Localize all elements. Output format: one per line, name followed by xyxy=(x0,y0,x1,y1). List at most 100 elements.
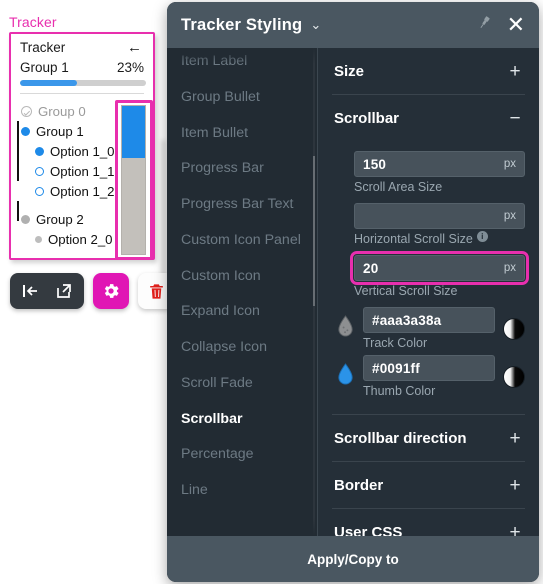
sidebar-item-label: Scroll Fade xyxy=(181,374,253,391)
trash-icon xyxy=(149,283,163,299)
sidebar-scroll-thumb[interactable] xyxy=(313,156,315,306)
pin-icon[interactable] xyxy=(476,14,493,36)
section-border-expand-icon[interactable]: + xyxy=(507,476,523,495)
vertical-scroll-size-input[interactable]: 20 px xyxy=(350,251,529,285)
chevron-down-icon[interactable]: ⌄ xyxy=(310,17,321,33)
sidebar-item-scrollbar[interactable]: Scrollbar xyxy=(167,402,317,438)
dialog-sections: Size + Scrollbar − 150 px Scroll Area Si… xyxy=(318,48,539,536)
dialog-body: Item Label Group Bullet Item Bullet Progres… xyxy=(167,48,539,536)
section-size[interactable]: Size + xyxy=(332,48,525,95)
scroll-area-size-label-text: Scroll Area Size xyxy=(354,180,443,194)
collapse-panel-icon[interactable] xyxy=(20,281,40,301)
settings-button[interactable] xyxy=(93,273,129,309)
group-2-guide-line xyxy=(17,201,19,221)
sidebar-item-label: Custom Icon Panel xyxy=(181,231,301,248)
section-user-css-expand-icon[interactable]: + xyxy=(507,523,523,536)
sidebar-item-group-bullet[interactable]: Group Bullet xyxy=(167,80,317,116)
scroll-area-size-value: 150 xyxy=(363,156,387,172)
tracker-card-header: Tracker ← Group 1 23% xyxy=(11,34,153,94)
thumb-color-swatch[interactable] xyxy=(503,365,525,388)
tracker-progress-bar xyxy=(20,80,146,86)
close-icon[interactable]: ✕ xyxy=(507,14,525,36)
horizontal-scroll-size-label: Horizontal Scroll Size i xyxy=(354,230,525,246)
vertical-scroll-size-unit: px xyxy=(503,262,516,274)
sidebar-item-scroll-fade[interactable]: Scroll Fade xyxy=(167,366,317,402)
track-color-swatch[interactable] xyxy=(503,317,525,340)
vertical-scroll-size-value: 20 xyxy=(363,260,379,276)
open-in-new-icon[interactable] xyxy=(54,281,74,301)
group-1-guide-line xyxy=(17,121,19,181)
apply-copy-to-button[interactable]: Apply/Copy to xyxy=(307,552,399,567)
scroll-area-size-input[interactable]: 150 px xyxy=(354,151,525,177)
back-arrow-icon[interactable]: ← xyxy=(127,40,144,55)
track-color-value: #aaa3a38a xyxy=(372,312,442,328)
check-circle-icon xyxy=(21,105,32,117)
section-size-title: Size xyxy=(334,63,365,80)
dialog-header: Tracker Styling ⌄ ✕ xyxy=(167,2,539,48)
sidebar-item-progress-bar-text[interactable]: Progress Bar Text xyxy=(167,187,317,223)
track-color-label-text: Track Color xyxy=(363,336,428,350)
thumb-color-input[interactable]: #0091ff xyxy=(363,355,495,381)
tracker-styling-dialog: Tracker Styling ⌄ ✕ Item Label Group Bul… xyxy=(167,2,539,582)
sidebar-item-label: Expand Icon xyxy=(181,303,260,320)
scroll-area-size-unit: px xyxy=(503,158,516,170)
dialog-header-actions: ✕ xyxy=(476,14,525,36)
bullet-filled-gray-icon xyxy=(21,214,30,224)
tracker-current-group: Group 1 xyxy=(20,60,69,75)
thumb-color-value: #0091ff xyxy=(372,360,420,376)
sidebar-item-label: Item Label xyxy=(181,53,248,69)
dialog-title: Tracker Styling xyxy=(181,15,303,34)
dialog-footer[interactable]: Apply/Copy to xyxy=(167,536,539,582)
section-size-expand-icon[interactable]: + xyxy=(507,62,523,81)
sidebar-item-label: Group Bullet xyxy=(181,88,260,105)
tracker-panel-title: Tracker xyxy=(9,14,57,30)
bullet-filled-blue-icon xyxy=(21,126,30,136)
screen: Tracker Tracker ← Group 1 23% Group 0 Gro… xyxy=(0,0,543,584)
vertical-scroll-size-label: Vertical Scroll Size xyxy=(354,284,525,298)
droplet-icon-track[interactable] xyxy=(336,314,355,343)
tracker-list-item-label: Option 1_2 xyxy=(50,183,115,199)
tracker-list-item-label: Option 2_0 xyxy=(48,231,113,247)
section-scrollbar[interactable]: Scrollbar − xyxy=(332,95,525,141)
sidebar-item-line[interactable]: Line xyxy=(167,473,317,509)
tracker-progress-fill xyxy=(20,80,77,86)
sidebar-item-item-label[interactable]: Item Label xyxy=(167,48,317,80)
sidebar-item-item-bullet[interactable]: Item Bullet xyxy=(167,116,317,152)
sidebar-item-label: Percentage xyxy=(181,446,254,463)
bullet-filled-blue-icon xyxy=(35,146,44,156)
horizontal-scroll-size-input[interactable]: px xyxy=(354,203,525,229)
bullet-hollow-blue-icon xyxy=(35,186,44,196)
bullet-hollow-blue-icon xyxy=(35,166,44,176)
track-color-input[interactable]: #aaa3a38a xyxy=(363,307,495,333)
toolbar-group xyxy=(10,273,84,309)
tracker-list-item-label: Group 0 xyxy=(38,103,86,119)
field-thumb-color: #0091ff Thumb Color xyxy=(332,355,525,398)
section-scrollbar-body: 150 px Scroll Area Size px Horizontal Sc… xyxy=(332,141,529,415)
field-horizontal-scroll-size: px Horizontal Scroll Size i xyxy=(332,203,525,246)
section-user-css[interactable]: User CSS + xyxy=(332,509,525,536)
tracker-percent: 23% xyxy=(116,60,144,75)
sidebar-item-custom-icon[interactable]: Custom Icon xyxy=(167,259,317,295)
section-scrollbar-collapse-icon[interactable]: − xyxy=(507,109,523,128)
section-scrollbar-direction[interactable]: Scrollbar direction + xyxy=(332,415,525,462)
bullet-small-gray-icon xyxy=(35,235,42,243)
dialog-content: Size + Scrollbar − 150 px Scroll Area Si… xyxy=(317,48,539,536)
section-border[interactable]: Border + xyxy=(332,462,525,509)
field-track-color: #aaa3a38a Track Color xyxy=(332,307,525,350)
field-scroll-area-size: 150 px Scroll Area Size xyxy=(332,151,525,194)
info-icon[interactable]: i xyxy=(476,230,488,242)
sidebar-item-label: Custom Icon xyxy=(181,267,261,284)
section-scrollbar-direction-expand-icon[interactable]: + xyxy=(507,429,523,448)
dialog-sidebar-list: Item Label Group Bullet Item Bullet Progres… xyxy=(167,48,317,528)
sidebar-item-label: Collapse Icon xyxy=(181,339,267,355)
sidebar-item-progress-bar[interactable]: Progress Bar xyxy=(167,151,317,187)
sidebar-item-custom-icon-panel[interactable]: Custom Icon Panel xyxy=(167,223,317,259)
sidebar-item-expand-icon[interactable]: Expand Icon xyxy=(167,294,317,330)
sidebar-item-collapse-icon[interactable]: Collapse Icon xyxy=(167,330,317,366)
thumb-color-label-text: Thumb Color xyxy=(363,384,436,398)
scroll-area-size-label: Scroll Area Size xyxy=(354,180,525,194)
droplet-icon-thumb[interactable] xyxy=(336,362,355,391)
sidebar-item-percentage[interactable]: Percentage xyxy=(167,437,317,473)
vertical-scroll-size-label-text: Vertical Scroll Size xyxy=(354,284,458,298)
thumb-color-label: Thumb Color xyxy=(363,384,495,398)
